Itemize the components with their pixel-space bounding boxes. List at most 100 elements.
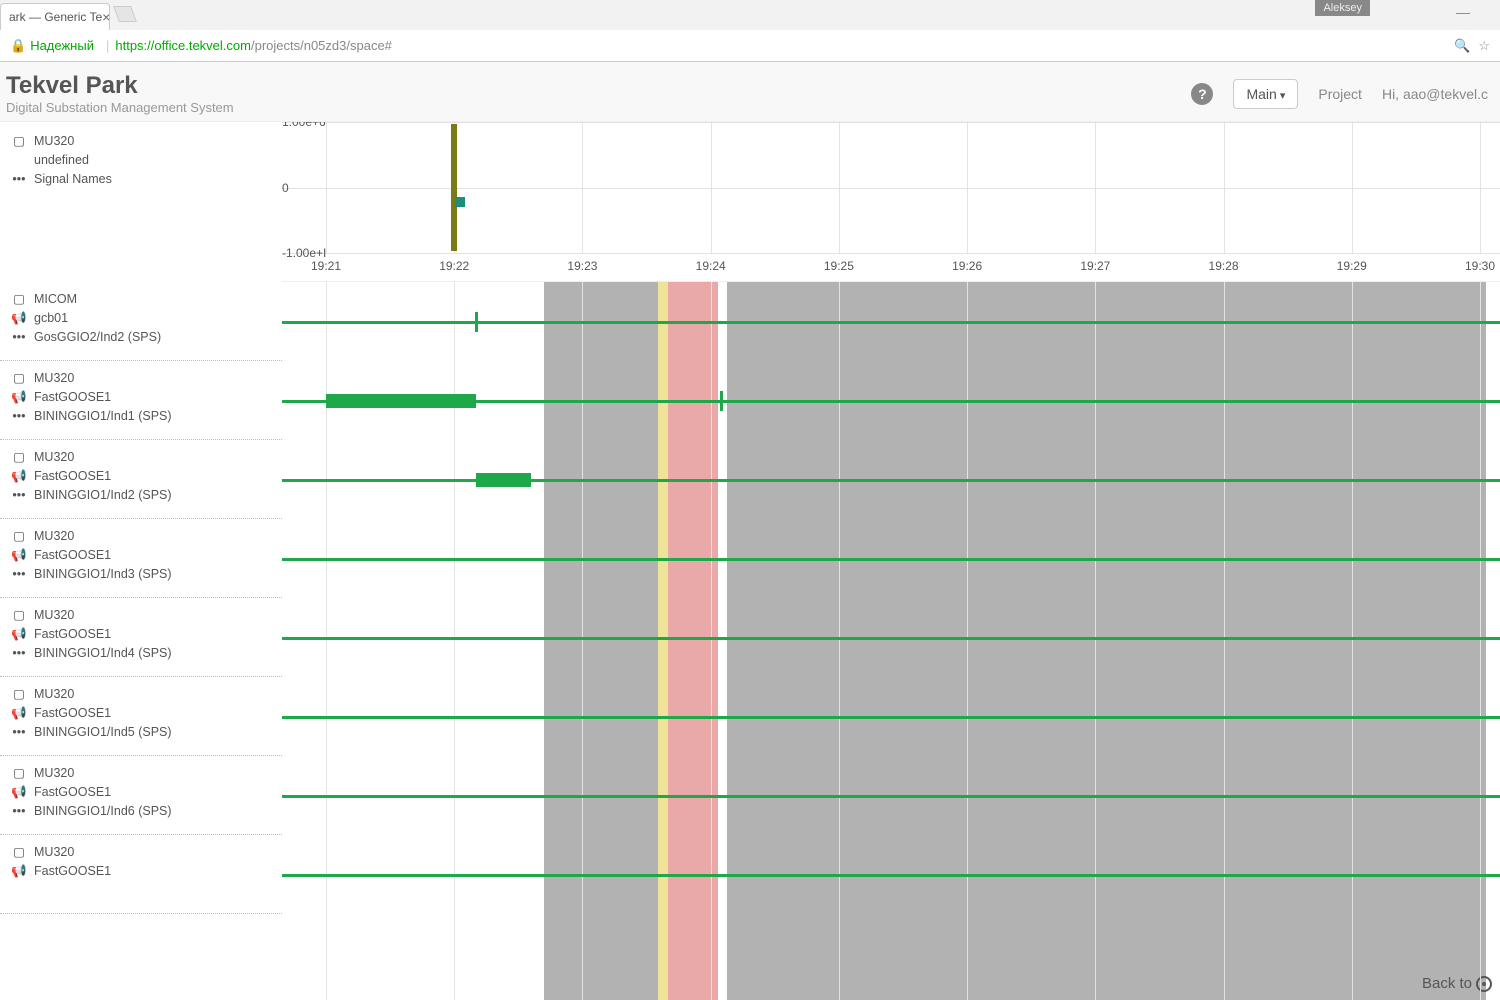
dots-icon: ••• xyxy=(12,723,26,742)
lock-icon: 🔒 xyxy=(10,38,26,54)
tab-title: ark — Generic Te xyxy=(9,10,102,24)
x-tick: 19:27 xyxy=(1080,259,1110,273)
main-dropdown[interactable]: Main xyxy=(1233,79,1298,109)
app-header: Tekvel Park Digital Substation Managemen… xyxy=(0,62,1500,122)
x-tick: 19:22 xyxy=(439,259,469,273)
star-icon[interactable]: ☆ xyxy=(1478,38,1490,54)
signal-baseline xyxy=(282,795,1500,798)
status-text: undefined xyxy=(34,151,89,170)
signal-entry[interactable]: ▢MU320📢FastGOOSE1•••BININGGIO1/Ind2 (SPS… xyxy=(0,440,282,519)
new-tab-button[interactable] xyxy=(113,6,137,22)
user-greeting[interactable]: Hi, aao@tekvel.c xyxy=(1382,86,1488,102)
x-tick: 19:30 xyxy=(1465,259,1495,273)
timeline-row[interactable] xyxy=(282,677,1500,756)
megaphone-icon: 📢 xyxy=(12,309,26,328)
megaphone-icon: 📢 xyxy=(12,862,26,881)
pulse-tick xyxy=(475,312,478,332)
megaphone-icon: 📢 xyxy=(12,467,26,486)
timeline-row[interactable] xyxy=(282,282,1500,361)
megaphone-icon: 📢 xyxy=(12,625,26,644)
signal-name: BININGGIO1/Ind5 (SPS) xyxy=(34,723,172,742)
timeline-row[interactable] xyxy=(282,756,1500,835)
timeline-row[interactable] xyxy=(282,598,1500,677)
device-icon: ▢ xyxy=(12,685,26,704)
signal-name: BININGGIO1/Ind2 (SPS) xyxy=(34,486,172,505)
publisher-name: FastGOOSE1 xyxy=(34,704,111,723)
dots-icon: ••• xyxy=(12,565,26,584)
publisher-name: FastGOOSE1 xyxy=(34,467,111,486)
signal-name: BININGGIO1/Ind6 (SPS) xyxy=(34,802,172,821)
device-icon: ▢ xyxy=(12,764,26,783)
back-to-top[interactable]: Back to xyxy=(1422,975,1492,992)
signal-names-label: Signal Names xyxy=(34,170,112,189)
signal-name: BININGGIO1/Ind3 (SPS) xyxy=(34,565,172,584)
megaphone-icon: 📢 xyxy=(12,388,26,407)
window-minimize-icon[interactable]: — xyxy=(1456,4,1470,20)
timeline-row[interactable] xyxy=(282,361,1500,440)
x-tick: 19:26 xyxy=(952,259,982,273)
signal-entry[interactable]: ▢ MU320 📢 FastGOOSE1 ••• BININGGIO1/Ind5 (SPS… xyxy=(0,677,282,756)
timeline-row[interactable] xyxy=(282,519,1500,598)
device-name: MU320 xyxy=(34,448,74,467)
x-axis: 19:2119:2219:2319:2419:2519:2619:2719:28… xyxy=(282,257,1500,281)
app-subtitle: Digital Substation Management System xyxy=(6,100,234,115)
publisher-name: FastGOOSE1 xyxy=(34,625,111,644)
signal-baseline xyxy=(282,874,1500,877)
signal-entry[interactable]: ▢MICOM📢gcb01•••GosGGIO2/Ind2 (SPS) xyxy=(0,282,282,361)
x-tick: 19:24 xyxy=(696,259,726,273)
app-title: Tekvel Park xyxy=(6,72,234,100)
megaphone-icon: 📢 xyxy=(12,783,26,802)
signal-baseline xyxy=(282,321,1500,324)
publisher-name: FastGOOSE1 xyxy=(34,388,111,407)
timeline-area[interactable]: 1.00e+60-1.00e+I 19:2119:2219:2319:2419:… xyxy=(282,122,1500,1000)
signal-entry[interactable]: ▢ MU320 📢 FastGOOSE1 xyxy=(0,835,282,914)
signal-list-header: ▢MU320 undefined •••Signal Names xyxy=(0,122,282,282)
device-icon: ▢ xyxy=(12,369,26,388)
workspace: ▢MU320 undefined •••Signal Names ▢MICOM📢… xyxy=(0,122,1500,1000)
browser-tab-strip: ark — Generic Te × Aleksey — xyxy=(0,0,1500,30)
signal-baseline xyxy=(282,637,1500,640)
device-name: MU320 xyxy=(34,606,74,625)
device-name: MU320 xyxy=(34,369,74,388)
signal-name: GosGGIO2/Ind2 (SPS) xyxy=(34,328,161,347)
close-icon[interactable]: × xyxy=(102,9,110,25)
project-link[interactable]: Project xyxy=(1318,86,1362,102)
device-name: MU320 xyxy=(34,843,74,862)
dots-icon: ••• xyxy=(12,407,26,426)
user-badge[interactable]: Aleksey xyxy=(1315,0,1370,16)
device-icon: ▢ xyxy=(12,843,26,862)
x-tick: 19:21 xyxy=(311,259,341,273)
high-state-bar xyxy=(326,394,476,408)
target-icon xyxy=(1476,976,1492,992)
signal-entry[interactable]: ▢MU320📢FastGOOSE1•••BININGGIO1/Ind6 (SPS… xyxy=(0,756,282,835)
timeline-row[interactable] xyxy=(282,835,1500,914)
browser-tab[interactable]: ark — Generic Te × xyxy=(0,3,110,30)
device-name: MU320 xyxy=(34,685,74,704)
device-name: MICOM xyxy=(34,290,77,309)
device-icon: ▢ xyxy=(12,527,26,546)
dots-icon: ••• xyxy=(12,802,26,821)
zoom-icon[interactable]: 🔍 xyxy=(1454,38,1470,54)
x-tick: 19:29 xyxy=(1337,259,1367,273)
x-tick: 19:28 xyxy=(1209,259,1239,273)
publisher-name: gcb01 xyxy=(34,309,68,328)
signal-rows[interactable] xyxy=(282,282,1500,1000)
secure-label: Надежный xyxy=(30,38,94,53)
publisher-name: FastGOOSE1 xyxy=(34,862,111,881)
megaphone-icon: 📢 xyxy=(12,704,26,723)
help-icon[interactable]: ? xyxy=(1191,83,1213,105)
timeline-row[interactable] xyxy=(282,440,1500,519)
url-protocol: https:// xyxy=(115,38,154,53)
signal-baseline xyxy=(282,558,1500,561)
device-name: MU320 xyxy=(34,527,74,546)
high-state-bar xyxy=(476,473,531,487)
signal-entry[interactable]: ▢MU320📢FastGOOSE1•••BININGGIO1/Ind3 (SPS… xyxy=(0,519,282,598)
overview-chart[interactable]: 1.00e+60-1.00e+I 19:2119:2219:2319:2419:… xyxy=(282,122,1500,282)
signal-entry[interactable]: ▢MU320📢FastGOOSE1•••BININGGIO1/Ind4 (SPS… xyxy=(0,598,282,677)
pulse-tick xyxy=(720,391,723,411)
url-bar[interactable]: 🔒 Надежный | https://office.tekvel.com/p… xyxy=(0,30,1500,62)
spike-marker xyxy=(451,124,457,251)
signal-entry[interactable]: ▢MU320📢FastGOOSE1•••BININGGIO1/Ind1 (SPS… xyxy=(0,361,282,440)
url-host: office.tekvel.com xyxy=(154,38,251,53)
device-name: MU320 xyxy=(34,764,74,783)
